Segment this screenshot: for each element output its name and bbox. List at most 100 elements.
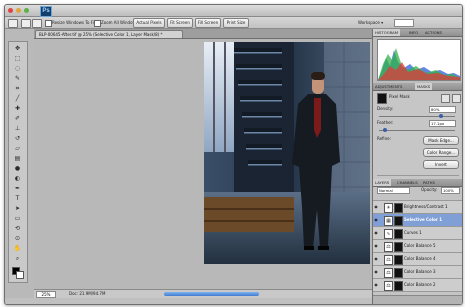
layer-mask-thumbnail[interactable] (394, 242, 403, 252)
masks-panel: Pixel Mask Density: 80% Feather: 17.1px … (373, 91, 462, 183)
clone-stamp-icon[interactable]: ⊥ (12, 125, 23, 133)
feather-slider-knob[interactable] (383, 128, 387, 132)
visibility-eye-icon[interactable]: ◉ (374, 217, 378, 222)
layer-mask-thumbnail[interactable] (394, 203, 403, 213)
adjustments-panel-tabs: ADJUSTMENTS MASKS (373, 83, 462, 91)
pen-icon[interactable]: ✒ (12, 185, 23, 193)
histogram-curves (378, 48, 460, 80)
tab-info[interactable]: INFO (407, 29, 420, 36)
3d-orbit-icon[interactable]: ⊙ (12, 235, 23, 243)
layer-name[interactable]: Curves 1 (404, 230, 422, 236)
density-slider-knob[interactable] (439, 114, 443, 118)
layer-row-selected[interactable]: ◉ ▦ Selective Color 1 (373, 214, 462, 227)
density-slider[interactable] (379, 116, 455, 117)
move-icon[interactable]: ✥ (12, 45, 23, 53)
visibility-eye-icon[interactable]: ◉ (374, 282, 378, 287)
print-size-button[interactable]: Print Size (223, 18, 249, 28)
opacity-field[interactable]: 100% (441, 187, 460, 194)
tab-actions[interactable]: ACTIONS (423, 29, 444, 36)
zoom-in-icon[interactable] (21, 19, 31, 28)
adjustment-layer-icon: ⚖ (384, 255, 393, 265)
layer-row[interactable]: ◉ ⚖ Color Balance 2 (373, 279, 462, 292)
layer-mask-thumbnail[interactable] (394, 255, 403, 265)
invert-button[interactable]: Invert (423, 160, 459, 169)
3d-rotate-icon[interactable]: ⟲ (12, 225, 23, 233)
minimize-window-button[interactable] (16, 8, 21, 13)
scrollbar-thumb[interactable] (164, 292, 259, 296)
zoom-out-icon[interactable] (32, 19, 42, 28)
workspace-menu[interactable]: Workspace ▾ (358, 19, 383, 26)
density-field[interactable]: 80% (429, 106, 456, 113)
layer-mask-thumbnail[interactable] (394, 281, 403, 291)
visibility-eye-icon[interactable]: ◉ (374, 269, 378, 274)
layer-name[interactable]: Brightness/Contrast 1 (404, 204, 448, 210)
gradient-icon[interactable]: ▤ (12, 155, 23, 163)
layer-row[interactable]: ◉ ☀ Brightness/Contrast 1 (373, 201, 462, 214)
layer-name[interactable]: Color Balance 5 (404, 243, 435, 249)
resize-windows-checkbox[interactable] (45, 20, 52, 27)
zoom-level-field[interactable]: 25% (36, 291, 56, 298)
zoom-tool-preset-icon[interactable] (8, 19, 18, 28)
close-window-button[interactable] (8, 8, 13, 13)
layer-name[interactable]: Color Balance 4 (404, 256, 435, 262)
document-size-info[interactable]: Doc: 21.9M/94.7M (69, 291, 105, 297)
hand-icon[interactable]: ✋ (12, 245, 23, 253)
tab-paths[interactable]: PATHS (421, 179, 437, 186)
blur-icon[interactable]: ● (12, 165, 23, 173)
zoom-all-windows-checkbox[interactable] (94, 20, 101, 27)
vector-mask-button[interactable] (452, 94, 461, 103)
layer-name[interactable]: Selective Color 1 (404, 217, 442, 223)
crop-icon[interactable]: ⌗ (12, 85, 23, 93)
path-select-icon[interactable]: ➤ (12, 205, 23, 213)
document-image[interactable] (204, 42, 370, 264)
actual-pixels-button[interactable]: Actual Pixels (133, 18, 165, 28)
type-icon[interactable]: T (12, 195, 23, 203)
tab-channels[interactable]: CHANNELS (395, 179, 420, 186)
layer-name[interactable]: Color Balance 3 (404, 269, 435, 275)
fit-screen-button[interactable]: Fit Screen (167, 18, 193, 28)
history-brush-icon[interactable]: ↺ (12, 135, 23, 143)
visibility-eye-icon[interactable]: ◉ (374, 204, 378, 209)
tab-histogram[interactable]: HISTOGRAM (373, 29, 400, 36)
opacity-label: Opacity: (421, 187, 438, 192)
layer-mask-thumbnail[interactable] (394, 268, 403, 278)
background-color-swatch[interactable] (16, 271, 24, 279)
fill-screen-button[interactable]: Fill Screen (195, 18, 221, 28)
adjustment-layer-icon: ⚖ (384, 281, 393, 291)
zoom-icon[interactable]: ⌕ (12, 255, 23, 263)
visibility-eye-icon[interactable]: ◉ (374, 243, 378, 248)
eyedropper-icon[interactable]: ╱ (12, 95, 23, 103)
quick-select-icon[interactable]: ✎ (12, 75, 23, 83)
visibility-eye-icon[interactable]: ◉ (374, 230, 378, 235)
marquee-icon[interactable]: ⬚ (12, 55, 23, 63)
lasso-icon[interactable]: ◌ (12, 65, 23, 73)
dodge-icon[interactable]: ◐ (12, 175, 23, 183)
layer-mask-thumbnail[interactable] (394, 229, 403, 239)
feather-slider[interactable] (379, 130, 455, 131)
layers-footer-toolbar (373, 295, 462, 304)
search-field[interactable] (394, 19, 414, 27)
tab-masks[interactable]: MASKS (415, 83, 433, 90)
tab-adjustments[interactable]: ADJUSTMENTS (373, 83, 404, 90)
layer-name[interactable]: Color Balance 2 (404, 282, 435, 288)
eraser-icon[interactable]: ▱ (12, 145, 23, 153)
color-range-button[interactable]: Color Range... (423, 148, 459, 157)
document-tab[interactable]: BLP-00645-After.tif @ 25% (Selective Col… (35, 30, 183, 38)
layer-row[interactable]: ◉ ⚖ Color Balance 3 (373, 266, 462, 279)
layer-row[interactable]: ◉ ⚖ Color Balance 4 (373, 253, 462, 266)
zoom-window-button[interactable] (24, 8, 29, 13)
tab-layers[interactable]: LAYERS (373, 179, 392, 186)
visibility-eye-icon[interactable]: ◉ (374, 256, 378, 261)
blend-mode-select[interactable]: Normal (377, 187, 410, 194)
layer-mask-thumbnail[interactable] (394, 216, 403, 226)
healing-icon[interactable]: ✚ (12, 105, 23, 113)
horizontal-scrollbar[interactable]: 25% Doc: 21.9M/94.7M (34, 289, 372, 298)
feather-field[interactable]: 17.1px (429, 120, 456, 127)
pixel-mask-button[interactable] (441, 94, 450, 103)
photoshop-window: Ps Resize Windows To Fit Zoom All Window… (4, 4, 463, 305)
mask-edge-button[interactable]: Mask Edge... (423, 136, 459, 145)
layer-row[interactable]: ◉ ⚖ Color Balance 5 (373, 240, 462, 253)
brush-icon[interactable]: ✐ (12, 115, 23, 123)
shape-icon[interactable]: ▭ (12, 215, 23, 223)
layer-row[interactable]: ◉ ∿ Curves 1 (373, 227, 462, 240)
